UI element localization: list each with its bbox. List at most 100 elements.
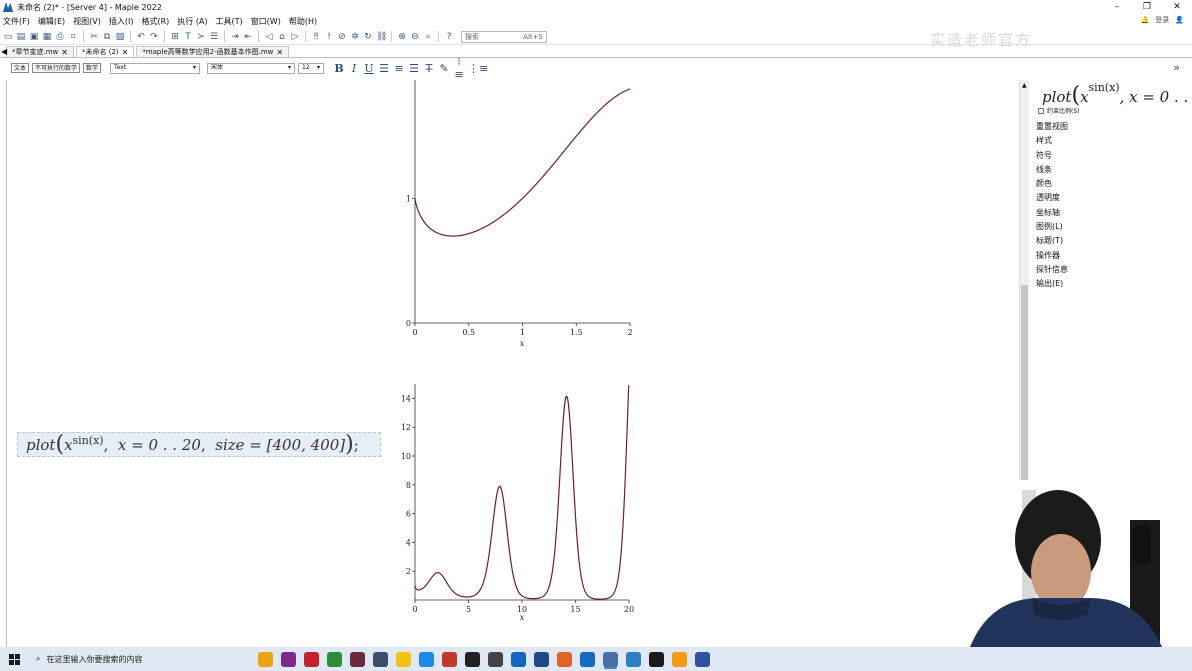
taskbar-app-icon[interactable] [281, 651, 296, 667]
checkbox-box[interactable] [1038, 107, 1044, 114]
menu-edit[interactable]: 编辑(E) [38, 16, 65, 27]
text-mode-icon[interactable]: T [183, 32, 193, 42]
italic-icon[interactable]: I [348, 62, 360, 75]
ctx-item-probe-info[interactable]: 探针信息 [1036, 263, 1068, 277]
menu-evaluate[interactable]: 执行 (A) [177, 16, 207, 27]
forward-icon[interactable]: ▷ [290, 32, 300, 42]
help-icon[interactable]: ? [444, 32, 454, 42]
taskbar-app-icon[interactable] [488, 651, 503, 667]
insert-table-icon[interactable]: ⊞ [170, 32, 180, 42]
zoom-out-icon[interactable]: ⊖ [410, 32, 420, 42]
taskbar-app-icon[interactable] [649, 651, 664, 667]
link-icon[interactable]: ⛓ [376, 32, 387, 42]
tab-scroll-icon[interactable]: ◀ [1, 47, 7, 56]
align-right-icon[interactable]: ☰ [408, 62, 420, 75]
bold-icon[interactable]: B [333, 62, 345, 75]
login-link[interactable]: 登录 [1155, 15, 1169, 25]
numbered-list-icon[interactable]: ⋮≡ [468, 62, 488, 75]
taskbar-app-icon[interactable] [603, 651, 618, 667]
clear-format-icon[interactable]: T̶ [423, 62, 435, 75]
plot-2[interactable]: 0 5 10 15 20 2 4 6 8 10 12 14 x [397, 380, 647, 627]
plot-1[interactable]: 0 0.5 1 1.5 2 01 x [402, 80, 647, 350]
close-window-button[interactable]: ✕ [1162, 0, 1192, 14]
menu-window[interactable]: 窗口(W) [251, 16, 281, 27]
menu-view[interactable]: 视图(V) [73, 16, 101, 27]
taskbar-app-icon[interactable] [580, 651, 595, 667]
ctx-item-manipulator[interactable]: 操作器 [1036, 249, 1068, 263]
restart-icon[interactable]: ↻ [363, 32, 373, 42]
restore-button[interactable]: ❐ [1132, 0, 1162, 14]
menu-format[interactable]: 格式(R) [141, 16, 169, 27]
start-button[interactable] [0, 647, 28, 671]
ctx-item-symbol[interactable]: 符号 [1036, 149, 1068, 163]
math-mode-button[interactable]: 数学 [83, 63, 102, 73]
ctx-item-style[interactable]: 样式 [1036, 134, 1068, 148]
print-icon[interactable]: ⎙ [55, 32, 65, 42]
indent-icon[interactable]: ⇥ [230, 32, 240, 42]
style-select[interactable]: Text ▾ [110, 62, 201, 74]
user-icon[interactable]: 👤 [1175, 16, 1184, 24]
taskbar-app-icon[interactable] [419, 651, 434, 667]
stop-icon[interactable]: ⊘ [337, 32, 347, 42]
bullet-list-icon[interactable]: ⁝≡ [453, 55, 465, 81]
search-input[interactable]: 搜索 Alt+S [461, 30, 547, 43]
section-icon[interactable]: ☰ [209, 32, 219, 42]
menu-help[interactable]: 帮助(H) [289, 16, 317, 27]
menu-insert[interactable]: 插入(I) [109, 16, 134, 27]
font-size-select[interactable]: 12 ▾ [298, 62, 325, 74]
ctx-item-line[interactable]: 线条 [1036, 163, 1068, 177]
cut-icon[interactable]: ✂ [89, 32, 99, 42]
taskbar-app-icon[interactable] [258, 651, 273, 667]
taskbar-app-icon[interactable] [672, 651, 687, 667]
paste-icon[interactable]: ▧ [115, 32, 125, 42]
ctx-item-color[interactable]: 颜色 [1036, 177, 1068, 191]
ctx-item-axes[interactable]: 坐标轴 [1036, 206, 1068, 220]
menu-file[interactable]: 文件(F) [3, 16, 30, 27]
taskbar-app-icon[interactable] [442, 651, 457, 667]
taskbar-app-icon[interactable] [304, 651, 319, 667]
align-left-icon[interactable]: ☰ [378, 62, 390, 75]
ctx-item-reset-view[interactable]: 重置视图 [1036, 120, 1068, 134]
taskbar-app-icon[interactable] [557, 651, 572, 667]
menu-tools[interactable]: 工具(T) [216, 16, 243, 27]
ctx-item-export[interactable]: 输出(E) [1036, 277, 1068, 291]
align-center-icon[interactable]: ≡ [393, 62, 405, 75]
minimize-button[interactable]: – [1102, 0, 1132, 14]
tab-chapter-doc[interactable]: *章节变迹.mw ✕ [6, 46, 74, 57]
ctx-item-legend[interactable]: 图例(L) [1036, 220, 1068, 234]
taskbar-app-icon[interactable] [626, 651, 641, 667]
worksheet-area[interactable]: 0 0.5 1 1.5 2 01 x plot ( x sin(x) , x = 0 .… [7, 80, 1019, 647]
tab-untitled-2[interactable]: *未命名 (2) ✕ [75, 46, 135, 58]
scroll-up-icon[interactable]: ▲ [1022, 82, 1027, 89]
execute-all-icon[interactable]: ‼ [311, 32, 321, 42]
execute-icon[interactable]: ! [324, 32, 334, 42]
taskbar-app-icon[interactable] [534, 651, 549, 667]
undo-icon[interactable]: ↶ [136, 32, 146, 42]
zoom-icon[interactable]: ⌕ [423, 32, 433, 42]
save-all-icon[interactable]: ▦ [42, 32, 52, 42]
taskbar-app-icon[interactable] [396, 651, 411, 667]
copy-icon[interactable]: ⧉ [102, 32, 112, 42]
open-icon[interactable]: ▤ [16, 32, 26, 42]
taskbar-search[interactable]: ⌕ 在这里输入你要搜索的内容 [28, 647, 246, 671]
math-prompt-icon[interactable]: ≻ [196, 32, 206, 42]
save-icon[interactable]: ▣ [29, 32, 39, 42]
debug-icon[interactable]: ✲ [350, 32, 360, 42]
new-document-icon[interactable]: ▭ [3, 32, 13, 42]
tab-close-icon[interactable]: ✕ [276, 47, 283, 58]
tab-maple-plotting-doc[interactable]: *maple高等数学应用2-函数基本作图.mw ✕ [136, 46, 290, 58]
ctx-item-title[interactable]: 标题(T) [1036, 234, 1068, 248]
highlight-icon[interactable]: ✎ [438, 62, 450, 75]
text-mode-button[interactable]: 文本 [11, 63, 30, 73]
outdent-icon[interactable]: ⇤ [243, 32, 253, 42]
math-input-line[interactable]: plot ( x sin(x) , x = 0 . . 20 , size = … [17, 432, 381, 457]
taskbar-app-icon[interactable] [511, 651, 526, 667]
constrain-scaling-checkbox[interactable]: 约束比例(S) [1038, 106, 1080, 115]
taskbar-app-icon[interactable] [327, 651, 342, 667]
tab-close-icon[interactable]: ✕ [61, 47, 68, 58]
grid-icon[interactable]: ⌗ [68, 32, 78, 42]
taskbar-app-icon[interactable] [373, 651, 388, 667]
back-icon[interactable]: ◁ [264, 32, 274, 42]
tab-close-icon[interactable]: ✕ [122, 47, 129, 58]
taskbar-app-icon[interactable] [465, 651, 480, 667]
